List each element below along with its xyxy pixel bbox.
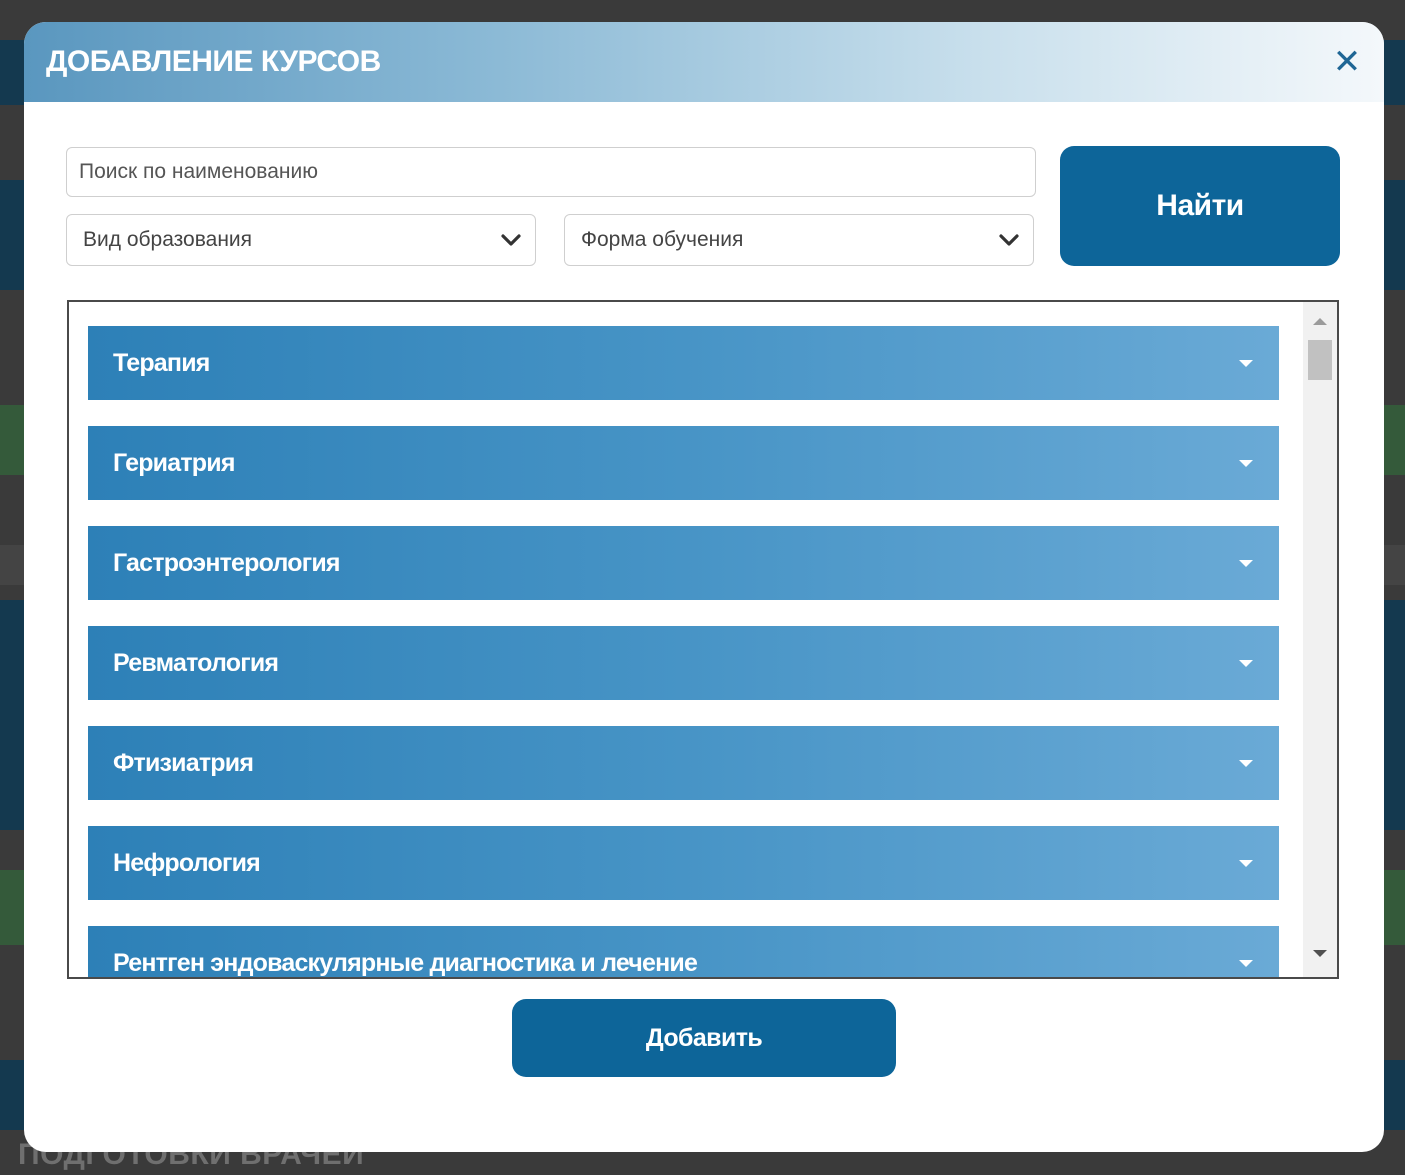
course-label: Гериатрия (113, 448, 235, 477)
caret-down-icon (1239, 859, 1253, 867)
course-label: Рентген эндоваскулярные диагностика и ле… (113, 948, 698, 977)
caret-down-icon (1239, 759, 1253, 767)
chevron-down-icon (999, 233, 1019, 247)
caret-down-icon (1239, 659, 1253, 667)
course-item[interactable]: Рентген эндоваскулярные диагностика и ле… (88, 926, 1279, 977)
study-form-select[interactable]: Форма обучения (564, 214, 1034, 266)
find-button[interactable]: Найти (1060, 146, 1340, 266)
modal-header: ДОБАВЛЕНИЕ КУРСОВ ✕ (24, 22, 1384, 102)
caret-down-icon (1239, 559, 1253, 567)
course-label: Гастроэнтерология (113, 548, 340, 577)
course-label: Терапия (113, 348, 210, 377)
course-item[interactable]: Гериатрия (88, 426, 1279, 500)
course-item[interactable]: Фтизиатрия (88, 726, 1279, 800)
add-courses-modal: ДОБАВЛЕНИЕ КУРСОВ ✕ Вид образования Форм… (24, 22, 1384, 1152)
education-type-select[interactable]: Вид образования (66, 214, 536, 266)
course-label: Фтизиатрия (113, 748, 254, 777)
course-label: Ревматология (113, 648, 279, 677)
scroll-up-arrow-icon[interactable] (1313, 318, 1327, 325)
course-label: Нефрология (113, 848, 261, 877)
close-button[interactable]: ✕ (1332, 43, 1362, 81)
education-type-value: Вид образования (83, 228, 253, 251)
caret-down-icon (1239, 959, 1253, 967)
course-item[interactable]: Гастроэнтерология (88, 526, 1279, 600)
caret-down-icon (1239, 459, 1253, 467)
scrollbar-thumb[interactable] (1308, 340, 1332, 380)
course-item[interactable]: Ревматология (88, 626, 1279, 700)
list-scrollbar[interactable] (1303, 302, 1337, 977)
caret-down-icon (1239, 359, 1253, 367)
course-item[interactable]: Нефрология (88, 826, 1279, 900)
course-item[interactable]: Терапия (88, 326, 1279, 400)
close-icon: ✕ (1332, 43, 1362, 81)
add-button[interactable]: Добавить (512, 999, 896, 1077)
modal-title: ДОБАВЛЕНИЕ КУРСОВ (46, 45, 381, 78)
search-input[interactable] (66, 147, 1036, 197)
courses-accordion: Терапия Гериатрия Гастроэнтерология Ревм… (88, 326, 1279, 977)
scroll-down-arrow-icon[interactable] (1313, 950, 1327, 957)
chevron-down-icon (501, 233, 521, 247)
courses-list: Терапия Гериатрия Гастроэнтерология Ревм… (67, 300, 1339, 979)
study-form-value: Форма обучения (581, 228, 744, 251)
